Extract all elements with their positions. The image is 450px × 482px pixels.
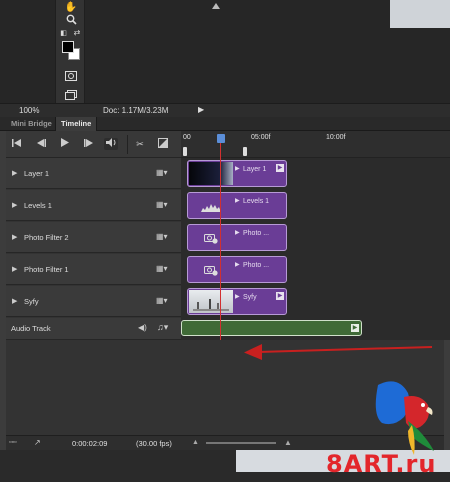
- film-strip-menu-icon[interactable]: ▦▾: [156, 264, 178, 274]
- film-strip-menu-icon[interactable]: ▦▾: [156, 168, 178, 178]
- current-timecode: 0:00:02:09: [72, 439, 108, 448]
- next-frame-icon[interactable]: [82, 138, 96, 150]
- music-note-menu-icon[interactable]: ♫▾: [157, 322, 168, 333]
- film-strip-menu-icon[interactable]: ▦▾: [156, 296, 178, 306]
- expand-triangle-icon[interactable]: ▶: [12, 297, 17, 305]
- default-colors-icon[interactable]: ◧: [59, 28, 68, 37]
- clip-levels-1[interactable]: ▶ Levels 1: [187, 192, 287, 219]
- audio-toggle-icon[interactable]: [104, 138, 118, 150]
- audio-track-label: Audio Track: [11, 324, 51, 333]
- layer-row-photo-filter-2[interactable]: ▶ Photo Filter 2 ▦▾: [6, 222, 181, 253]
- layer-name: Syfy: [24, 297, 39, 306]
- clip-expand-icon[interactable]: ▶: [235, 229, 240, 236]
- clip-syfy[interactable]: ▶ Syfy ▶: [187, 288, 287, 315]
- timeline-zoom-slider[interactable]: [206, 442, 276, 444]
- clip-thumbnail: [189, 290, 233, 313]
- watermark-brand: 8ART.ru: [326, 450, 437, 478]
- layer-name: Levels 1: [24, 201, 52, 210]
- layer-name: Photo Filter 2: [24, 233, 69, 242]
- annotation-arrow-icon: [244, 344, 433, 360]
- histogram-icon: [189, 194, 233, 217]
- layer-row-levels-1[interactable]: ▶ Levels 1 ▦▾: [6, 190, 181, 221]
- render-video-icon[interactable]: ↗: [34, 438, 41, 447]
- zoom-out-icon[interactable]: ▲: [192, 439, 199, 446]
- tools-panel: ✋ ◧ ⇄: [55, 0, 85, 103]
- document-canvas[interactable]: [390, 0, 450, 28]
- clip-expand-icon[interactable]: ▶: [235, 197, 240, 204]
- audio-clip[interactable]: ▶: [181, 320, 362, 336]
- work-area-end-handle[interactable]: [243, 147, 247, 156]
- clip-label: Layer 1: [243, 166, 267, 173]
- clip-expand-icon[interactable]: ▶: [235, 165, 240, 172]
- clip-end-arrow-icon[interactable]: ▶: [276, 164, 284, 172]
- status-menu-arrow-icon[interactable]: ▶: [198, 105, 204, 114]
- expand-triangle-icon[interactable]: ▶: [12, 201, 17, 209]
- audio-mute-icon[interactable]: ◀): [138, 323, 147, 332]
- ruler-tick-label: 10:00f: [326, 134, 346, 141]
- film-strip-menu-icon[interactable]: ▦▾: [156, 200, 178, 210]
- status-bar: 100% Doc: 1.17M/3.23M ▶: [0, 103, 450, 117]
- transition-icon[interactable]: [156, 138, 170, 150]
- clip-expand-icon[interactable]: ▶: [235, 293, 240, 300]
- layer-name: Layer 1: [24, 169, 50, 178]
- screen-mode-icon[interactable]: [63, 88, 79, 102]
- layer-row-layer-1[interactable]: ▶ Layer 1 ▦▾: [6, 158, 181, 189]
- photo-filter-icon: [189, 226, 233, 249]
- clip-label: Levels 1: [243, 198, 270, 205]
- film-strip-menu-icon[interactable]: ▦▾: [156, 232, 178, 242]
- playhead-line[interactable]: [220, 143, 221, 340]
- parrot-logo-icon: [375, 381, 434, 455]
- ruler-tick-label: 05:00f: [251, 134, 271, 141]
- clip-label: Photo ...: [243, 230, 270, 237]
- frame-animation-icon[interactable]: ▫▫▫: [9, 439, 16, 446]
- go-to-first-frame-icon[interactable]: [10, 138, 24, 150]
- playback-controls: ✂: [6, 131, 181, 158]
- audio-track-row[interactable]: Audio Track ◀) ♫▾: [6, 318, 181, 340]
- clip-thumbnail: [189, 162, 233, 185]
- clip-layer-1[interactable]: ▶ Layer 1 ▶: [187, 160, 287, 187]
- zoom-in-icon[interactable]: ▲: [284, 438, 292, 447]
- expand-triangle-icon[interactable]: ▶: [12, 169, 17, 177]
- quick-mask-icon[interactable]: [63, 69, 79, 83]
- clip-label: Photo ...: [243, 262, 270, 269]
- work-area-start-handle[interactable]: [183, 147, 187, 156]
- photo-filter-icon: [189, 258, 233, 281]
- document-size: Doc: 1.17M/3.23M: [103, 106, 169, 115]
- layer-row-photo-filter-1[interactable]: ▶ Photo Filter 1 ▦▾: [6, 254, 181, 285]
- frame-rate: (30.00 fps): [136, 439, 172, 448]
- clip-end-arrow-icon[interactable]: ▶: [276, 292, 284, 300]
- expand-triangle-icon[interactable]: ▶: [12, 265, 17, 273]
- previous-frame-icon[interactable]: [34, 138, 48, 150]
- split-at-playhead-scissors-icon[interactable]: ✂: [133, 138, 147, 150]
- expand-triangle-icon[interactable]: ▶: [12, 233, 17, 241]
- foreground-color-swatch[interactable]: [62, 41, 74, 53]
- clip-expand-icon[interactable]: ▶: [235, 261, 240, 268]
- layer-row-syfy[interactable]: ▶ Syfy ▦▾: [6, 286, 181, 317]
- swap-colors-icon[interactable]: ⇄: [72, 27, 82, 37]
- zoom-tool-icon[interactable]: [63, 12, 79, 26]
- ruler-tick-label: 00: [183, 134, 191, 141]
- clip-photo-filter-2[interactable]: ▶ Photo ...: [187, 224, 287, 251]
- layer-name: Photo Filter 1: [24, 265, 69, 274]
- audio-clip-end-arrow-icon[interactable]: ▶: [351, 324, 359, 332]
- tab-mini-bridge[interactable]: Mini Bridge: [6, 117, 57, 131]
- playhead-handle[interactable]: [217, 134, 225, 143]
- controls-divider: [127, 135, 128, 154]
- clip-label: Syfy: [243, 294, 257, 301]
- zoom-level[interactable]: 100%: [19, 106, 39, 115]
- tab-timeline[interactable]: Timeline: [55, 117, 98, 131]
- zoom-slider-thumb[interactable]: [212, 3, 220, 9]
- panel-tab-bar: Mini Bridge Timeline: [0, 117, 450, 131]
- clip-photo-filter-1[interactable]: ▶ Photo ...: [187, 256, 287, 283]
- play-icon[interactable]: [58, 138, 72, 150]
